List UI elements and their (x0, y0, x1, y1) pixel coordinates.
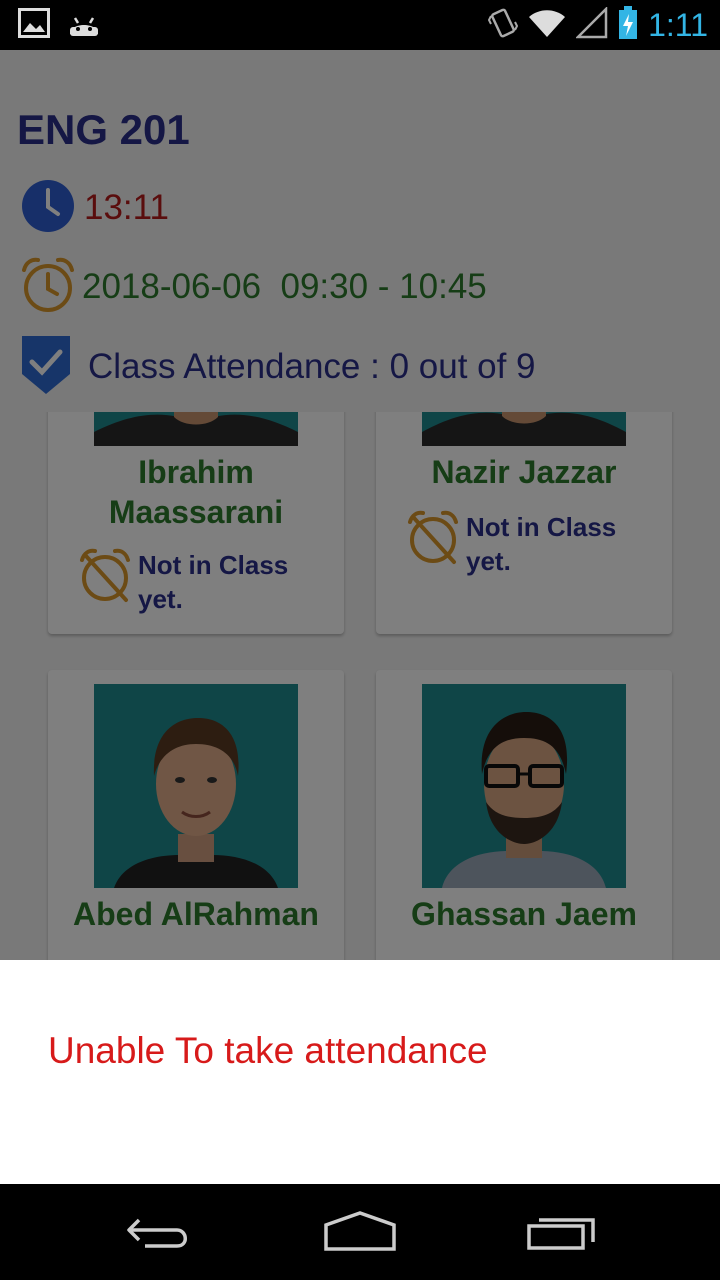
android-icon (66, 8, 102, 42)
status-bar: 1:11 (0, 0, 720, 50)
vibrate-icon (487, 6, 519, 44)
home-button[interactable] (315, 1204, 405, 1260)
battery-charging-icon (618, 6, 638, 44)
signal-icon (575, 5, 608, 43)
image-notification-icon (18, 8, 50, 42)
clock-time: 1:11 (648, 6, 708, 43)
back-icon (127, 1218, 187, 1248)
recent-apps-button[interactable] (518, 1204, 608, 1260)
navigation-bar (0, 1184, 720, 1280)
back-button[interactable] (115, 1204, 205, 1260)
message-sheet: Unable To take attendance (0, 960, 720, 1184)
home-icon (324, 1211, 396, 1251)
error-message: Unable To take attendance (48, 1030, 488, 1071)
recent-apps-icon (527, 1218, 595, 1250)
wifi-icon (528, 8, 566, 42)
